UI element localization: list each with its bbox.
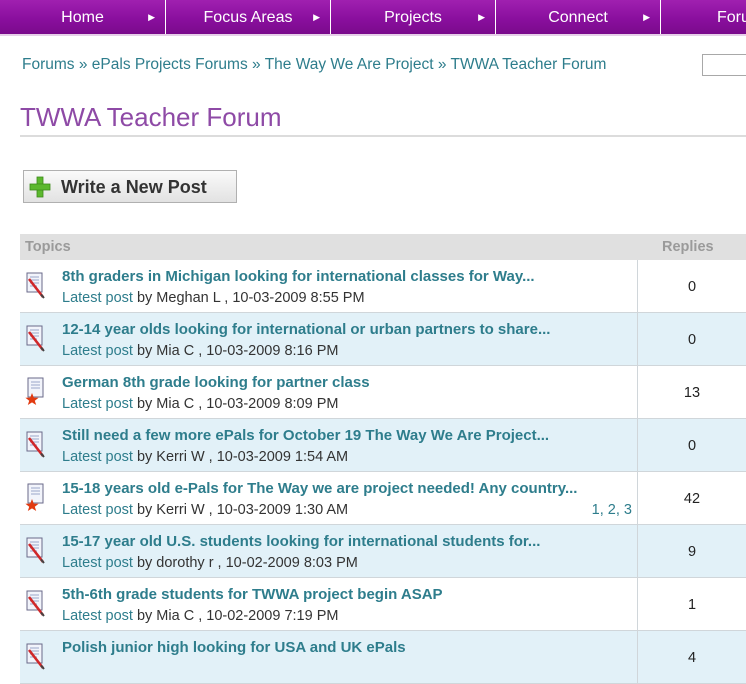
reply-count: 4 — [687, 650, 697, 666]
chevron-right-icon: ▶ — [643, 12, 650, 22]
header-replies: Replies — [662, 239, 714, 255]
topic-link[interactable]: 5th-6th grade students for TWWA project … — [62, 586, 443, 603]
topic-link[interactable]: German 8th grade looking for partner cla… — [62, 374, 370, 391]
latest-post-meta: Latest post by Kerri W , 10-03-2009 1:30… — [62, 502, 348, 518]
table-row: German 8th grade looking for partner cla… — [20, 366, 746, 419]
latest-post-link[interactable]: Latest post — [62, 502, 133, 518]
document-pencil-icon — [25, 642, 45, 670]
header-topics: Topics — [25, 239, 71, 255]
document-pencil-icon — [25, 271, 45, 299]
nav-label: Focus Areas — [203, 9, 293, 26]
topic-link[interactable]: 15-17 year old U.S. students looking for… — [62, 533, 540, 550]
nav-item-connect[interactable]: Connect ▶ — [496, 0, 661, 34]
reply-count: 42 — [683, 491, 701, 507]
reply-count: 0 — [687, 279, 697, 295]
topic-link[interactable]: 12-14 year olds looking for internationa… — [62, 321, 550, 338]
chevron-right-icon: ▶ — [148, 12, 155, 22]
plus-icon — [29, 176, 51, 198]
document-pencil-icon — [25, 589, 45, 617]
nav-label: Home — [61, 9, 104, 26]
chevron-right-icon: ▶ — [313, 12, 320, 22]
reply-count: 1 — [687, 597, 697, 613]
latest-post-meta: Latest post by dorothy r , 10-02-2009 8:… — [62, 555, 358, 571]
post-author-date: by Meghan L , 10-03-2009 8:55 PM — [132, 290, 365, 306]
nav-divider — [0, 34, 746, 36]
post-author-date: by Kerri W , 10-03-2009 1:30 AM — [132, 502, 349, 518]
page-separator: , — [599, 502, 608, 518]
nav-label: Connect — [548, 9, 608, 26]
latest-post-link[interactable]: Latest post — [62, 343, 133, 359]
nav-label: Projects — [384, 9, 442, 26]
post-author-date: by Mia C , 10-03-2009 8:16 PM — [132, 343, 339, 359]
nav-item-forums[interactable]: Foru — [661, 0, 746, 34]
reply-count: 0 — [687, 332, 697, 348]
document-pencil-icon — [25, 430, 45, 458]
nav-item-projects[interactable]: Projects ▶ — [331, 0, 496, 34]
nav-item-focus-areas[interactable]: Focus Areas ▶ — [166, 0, 331, 34]
table-row: 12-14 year olds looking for internationa… — [20, 313, 746, 366]
search-input[interactable] — [702, 54, 746, 76]
page-links: 1, 2, 3 — [592, 502, 632, 518]
table-row: 15-17 year old U.S. students looking for… — [20, 525, 746, 578]
document-star-icon — [25, 483, 45, 511]
topic-link[interactable]: 15-18 years old e-Pals for The Way we ar… — [62, 480, 577, 497]
title-divider — [20, 135, 746, 137]
topic-link[interactable]: Still need a few more ePals for October … — [62, 427, 549, 444]
latest-post-link[interactable]: Latest post — [62, 555, 133, 571]
latest-post-link[interactable]: Latest post — [62, 396, 133, 412]
nav-item-home[interactable]: Home ▶ — [0, 0, 166, 34]
table-row: 5th-6th grade students for TWWA project … — [20, 578, 746, 631]
document-star-icon — [25, 377, 45, 405]
write-new-post-button[interactable]: Write a New Post — [23, 170, 237, 203]
document-pencil-icon — [25, 536, 45, 564]
latest-post-meta: Latest post by Mia C , 10-03-2009 8:16 P… — [62, 343, 338, 359]
latest-post-link[interactable]: Latest post — [62, 449, 133, 465]
top-navigation: Home ▶ Focus Areas ▶ Projects ▶ Connect … — [0, 0, 746, 34]
breadcrumb: Forums » ePals Projects Forums » The Way… — [22, 56, 606, 74]
latest-post-meta: Latest post by Mia C , 10-03-2009 8:09 P… — [62, 396, 338, 412]
breadcrumb-separator: » — [437, 56, 447, 73]
chevron-right-icon: ▶ — [478, 12, 485, 22]
page-link[interactable]: 1 — [592, 502, 600, 518]
breadcrumb-separator: » — [78, 56, 88, 73]
page-title: TWWA Teacher Forum — [20, 102, 282, 132]
nav-label: Foru — [717, 9, 746, 26]
page-link[interactable]: 3 — [624, 502, 632, 518]
table-row: 15-18 years old e-Pals for The Way we ar… — [20, 472, 746, 525]
page-separator: , — [615, 502, 624, 518]
table-row: Polish junior high looking for USA and U… — [20, 631, 746, 684]
reply-count: 13 — [683, 385, 701, 401]
post-author-date: by dorothy r , 10-02-2009 8:03 PM — [132, 555, 358, 571]
post-author-date: by Mia C , 10-02-2009 7:19 PM — [132, 608, 339, 624]
latest-post-link[interactable]: Latest post — [62, 608, 133, 624]
page-link[interactable]: 2 — [608, 502, 616, 518]
topic-link[interactable]: 8th graders in Michigan looking for inte… — [62, 268, 535, 285]
table-row: Still need a few more ePals for October … — [20, 419, 746, 472]
breadcrumb-link-epals-projects-forums[interactable]: ePals Projects Forums — [92, 56, 248, 73]
document-pencil-icon — [25, 324, 45, 352]
breadcrumb-separator: » — [252, 56, 261, 73]
breadcrumb-link-forums[interactable]: Forums — [22, 56, 75, 73]
latest-post-meta: Latest post by Mia C , 10-02-2009 7:19 P… — [62, 608, 338, 624]
post-author-date: by Kerri W , 10-03-2009 1:54 AM — [132, 449, 349, 465]
reply-count: 9 — [687, 544, 697, 560]
topic-link[interactable]: Polish junior high looking for USA and U… — [62, 639, 406, 656]
table-row: 8th graders in Michigan looking for inte… — [20, 260, 746, 313]
post-author-date: by Mia C , 10-03-2009 8:09 PM — [132, 396, 339, 412]
breadcrumb-link-the-way-we-are-project[interactable]: The Way We Are Project — [265, 56, 434, 73]
write-new-post-label: Write a New Post — [61, 177, 207, 197]
latest-post-meta: Latest post by Kerri W , 10-03-2009 1:54… — [62, 449, 348, 465]
latest-post-link[interactable]: Latest post — [62, 290, 133, 306]
breadcrumb-link-twwa-teacher-forum[interactable]: TWWA Teacher Forum — [451, 56, 607, 73]
reply-count: 0 — [687, 438, 697, 454]
latest-post-meta: Latest post by Meghan L , 10-03-2009 8:5… — [62, 290, 365, 306]
table-header: Topics Replies — [20, 234, 746, 260]
